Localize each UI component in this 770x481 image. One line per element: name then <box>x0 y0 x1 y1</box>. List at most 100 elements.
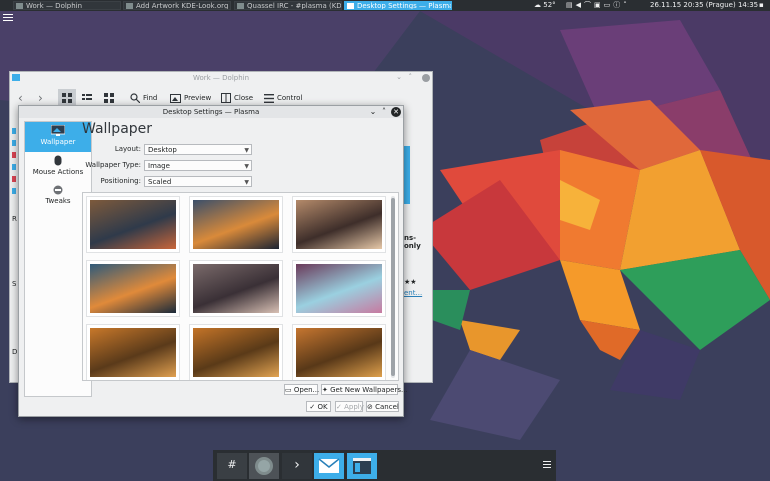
hamburger-icon <box>264 93 274 103</box>
places-section-letter: S <box>12 280 17 288</box>
panel-menu-icon[interactable] <box>543 461 551 468</box>
search-icon <box>130 93 141 104</box>
dolphin-close-icon[interactable] <box>422 74 430 82</box>
wallpaper-thumbnail[interactable] <box>189 260 283 317</box>
places-section-letter: R <box>12 215 17 223</box>
expand-tray-icon[interactable]: ˄ <box>623 1 630 9</box>
wallpaper-thumbnail[interactable] <box>292 196 386 253</box>
email-launcher[interactable] <box>314 453 344 479</box>
category-label: Tweaks <box>45 197 71 205</box>
settings-launcher[interactable] <box>347 453 377 479</box>
settings-icon <box>347 3 354 9</box>
positioning-row: Positioning: <box>69 176 141 187</box>
konsole-launcher[interactable]: › <box>282 453 312 479</box>
weather-widget[interactable]: ☁ 52° <box>534 0 556 11</box>
dolphin-minimize-icon[interactable]: ⌄ <box>396 73 402 81</box>
layout-value: Desktop <box>148 146 177 154</box>
folder-icon: ▭ <box>285 386 292 394</box>
mouse-icon <box>54 155 62 166</box>
circle-app-icon <box>255 457 273 475</box>
positioning-combo[interactable]: Scaled ▼ <box>144 176 252 187</box>
terminal-launcher[interactable]: # <box>217 453 247 479</box>
task-quassel[interactable]: Quassel IRC - #plasma (KDE)... <box>234 1 342 10</box>
cancel-button[interactable]: ⊘ Cancel <box>366 401 399 412</box>
wallpaper-thumbnail[interactable] <box>86 196 180 253</box>
dialog-title: Desktop Settings — Plasma <box>19 106 403 118</box>
browser-icon <box>126 3 133 9</box>
wallpaper-grid <box>82 192 399 381</box>
network-icon[interactable]: ⌒ <box>584 1 594 9</box>
rating-stars: ★★ <box>404 278 417 286</box>
wallpaper-thumbnail[interactable] <box>292 324 386 380</box>
minimize-icon[interactable]: ⌄ <box>368 107 378 117</box>
task-label: Work — Dolphin <box>26 2 83 10</box>
open-button[interactable]: ▭ Open... <box>284 384 319 395</box>
dolphin-maximize-icon[interactable]: ˄ <box>409 73 413 81</box>
grid-scrollbar[interactable] <box>391 196 395 378</box>
preview-icon <box>170 93 181 103</box>
places-section-letter: D <box>12 348 18 356</box>
preview-label: Preview <box>184 94 212 102</box>
dolphin-text-fragment: ns-only <box>404 234 421 250</box>
blue-banner <box>404 146 410 204</box>
wallpaper-image <box>193 328 279 377</box>
layout-combo[interactable]: Desktop ▼ <box>144 144 252 155</box>
lock-icon[interactable]: ▣ <box>594 1 604 9</box>
weather-icon: ☁ <box>534 1 541 9</box>
top-panel: Work — Dolphin Add Artwork KDE-Look.org … <box>0 0 770 11</box>
scrollbar-handle[interactable] <box>391 198 395 376</box>
positioning-label: Positioning: <box>100 177 141 185</box>
task-browser[interactable]: Add Artwork KDE-Look.org - C... <box>123 1 231 10</box>
cancel-icon: ⊘ <box>367 403 373 411</box>
wallpaper-thumbnail[interactable] <box>189 196 283 253</box>
battery-icon[interactable]: ▭ <box>604 1 614 9</box>
wallpaper-image <box>90 200 176 249</box>
task-label: Quassel IRC - #plasma (KDE)... <box>247 2 342 10</box>
close-icon[interactable]: ✕ <box>391 107 401 117</box>
dolphin-link-fragment[interactable]: ent... <box>404 289 422 297</box>
positioning-value: Scaled <box>148 178 172 186</box>
wallpaper-image <box>193 264 279 313</box>
apply-button[interactable]: ✓ Apply <box>335 401 364 412</box>
wallpaper-type-combo[interactable]: Image ▼ <box>144 160 252 171</box>
clock[interactable]: 26.11.15 20:35 (Prague) 14:35 <box>650 0 758 11</box>
wallpaper-type-label: Wallpaper Type: <box>85 161 141 169</box>
notifications-icon[interactable]: ⓘ <box>613 1 623 9</box>
layout-label: Layout: <box>114 145 141 153</box>
wallpaper-thumbnail[interactable] <box>189 324 283 380</box>
chevron-down-icon: ▼ <box>244 147 249 154</box>
envelope-icon <box>318 458 340 473</box>
weather-temp: 52° <box>543 1 556 9</box>
page-heading: Wallpaper <box>82 121 153 137</box>
check-icon: ✓ <box>336 403 342 411</box>
wallpaper-image <box>90 328 176 377</box>
wallpaper-thumbnail[interactable] <box>86 260 180 317</box>
ok-button[interactable]: ✓ OK <box>306 401 331 412</box>
get-new-wallpapers-button[interactable]: ✦ Get New Wallpapers... <box>321 384 408 395</box>
apply-label: Apply <box>344 403 364 411</box>
close-label: Close <box>234 94 254 102</box>
task-desktop-settings[interactable]: Desktop Settings — Plasma <box>344 1 452 10</box>
menu-icon[interactable] <box>3 12 13 22</box>
split-close-icon <box>221 93 231 103</box>
prompt-icon: › <box>294 457 300 473</box>
wallpaper-thumbnail[interactable] <box>292 260 386 317</box>
wallpaper-image <box>296 264 382 313</box>
wallpaper-image <box>296 328 382 377</box>
terminal-icon: # <box>227 458 237 471</box>
desktop-settings-dialog: Desktop Settings — Plasma ⌄ ˄ ✕ Wallpape… <box>18 105 408 417</box>
system-tray: ▤◀⌒▣▭ⓘ˄ <box>566 0 630 11</box>
maximize-icon[interactable]: ˄ <box>379 107 389 117</box>
wallpaper-type-value: Image <box>148 162 170 170</box>
wallpaper-type-row: Wallpaper Type: <box>69 160 141 171</box>
volume-icon[interactable]: ◀ <box>576 1 584 9</box>
wallpaper-image <box>193 200 279 249</box>
wallpaper-thumbnail[interactable] <box>86 324 180 380</box>
clipboard-icon[interactable]: ▤ <box>566 1 576 9</box>
dolphin-icon <box>16 3 23 9</box>
app-launcher[interactable] <box>249 453 279 479</box>
panel-close-icon[interactable]: ▪ <box>759 0 764 11</box>
wallpaper-image <box>296 200 382 249</box>
task-dolphin[interactable]: Work — Dolphin <box>13 1 121 10</box>
wallpaper-icon <box>51 125 65 136</box>
